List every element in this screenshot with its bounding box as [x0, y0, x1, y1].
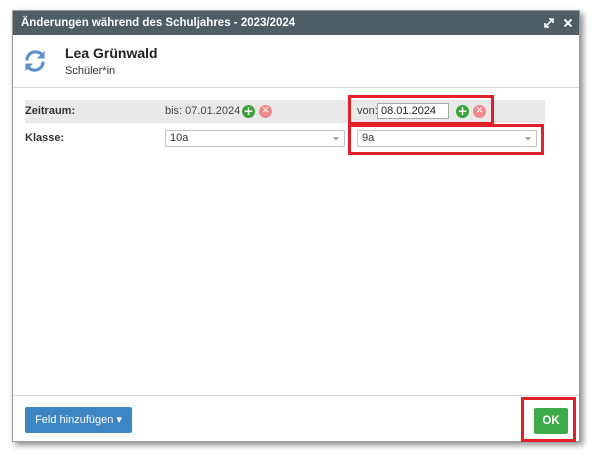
add-new-period-button[interactable]: + [456, 105, 469, 118]
dialog-window: Änderungen während des Schuljahres - 202… [12, 10, 580, 442]
footer-divider [13, 395, 579, 396]
bis-date-text: bis: 07.01.2024 [165, 105, 241, 117]
remove-new-period-button[interactable]: ✕ [473, 105, 486, 118]
expand-icon[interactable] [541, 15, 557, 31]
new-class-select[interactable]: 9a [357, 130, 537, 147]
person-name: Lea Grünwald [65, 45, 158, 61]
dialog-title: Änderungen während des Schuljahres - 202… [21, 17, 296, 29]
zeitraum-row: Zeitraum: bis: 07.01.2024 + ✕ von: + ✕ [25, 100, 545, 123]
close-icon[interactable] [560, 15, 576, 31]
new-class-value: 9a [362, 132, 375, 144]
von-date-input[interactable] [377, 103, 449, 119]
von-label: von: [357, 105, 378, 117]
add-field-button[interactable]: Feld hinzufügen ▾ [25, 407, 132, 433]
remove-period-button[interactable]: ✕ [259, 105, 272, 118]
zeitraum-label: Zeitraum: [25, 105, 76, 117]
person-role: Schüler*in [65, 65, 116, 77]
chevron-down-icon [525, 137, 531, 141]
add-period-button[interactable]: + [242, 105, 255, 118]
ok-button[interactable]: OK [534, 408, 568, 434]
person-header: Lea Grünwald Schüler*in [13, 35, 579, 88]
old-class-select[interactable]: 10a [165, 130, 345, 147]
klasse-label: Klasse: [25, 132, 65, 144]
old-class-value: 10a [170, 132, 189, 144]
reload-icon[interactable] [22, 48, 48, 77]
chevron-down-icon [333, 137, 339, 141]
dialog-titlebar: Änderungen während des Schuljahres - 202… [13, 11, 579, 35]
klasse-row: Klasse: 10a 9a [25, 127, 545, 150]
